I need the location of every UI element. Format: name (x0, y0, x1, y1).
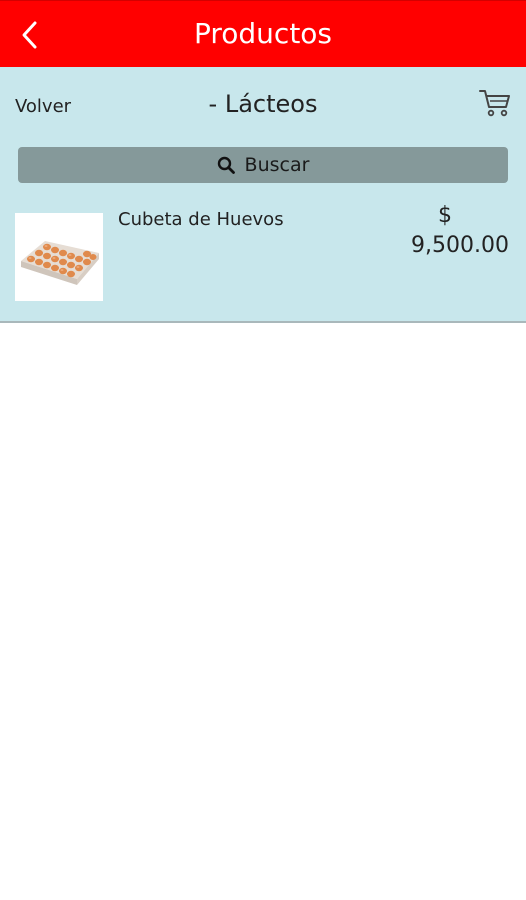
search-button[interactable]: Buscar (18, 147, 508, 183)
page-title: Productos (193, 17, 333, 50)
category-title: - Lácteos (208, 90, 318, 118)
search-label: Buscar (244, 154, 310, 176)
price-amount: 9,500.00 (411, 233, 509, 258)
product-image (15, 213, 103, 301)
search-icon (217, 156, 235, 174)
price-currency: $ (438, 203, 453, 228)
cart-icon (479, 90, 510, 117)
products-panel: Volver - Lácteos Buscar Cubeta de Huevos… (0, 67, 526, 323)
product-name: Cubeta de Huevos (118, 209, 284, 230)
app-header: Productos (0, 0, 526, 67)
product-price: $ 9,500.00 (411, 201, 509, 261)
product-row[interactable]: Cubeta de Huevos $ 9,500.00 (0, 203, 526, 307)
cart-button[interactable] (478, 87, 512, 119)
